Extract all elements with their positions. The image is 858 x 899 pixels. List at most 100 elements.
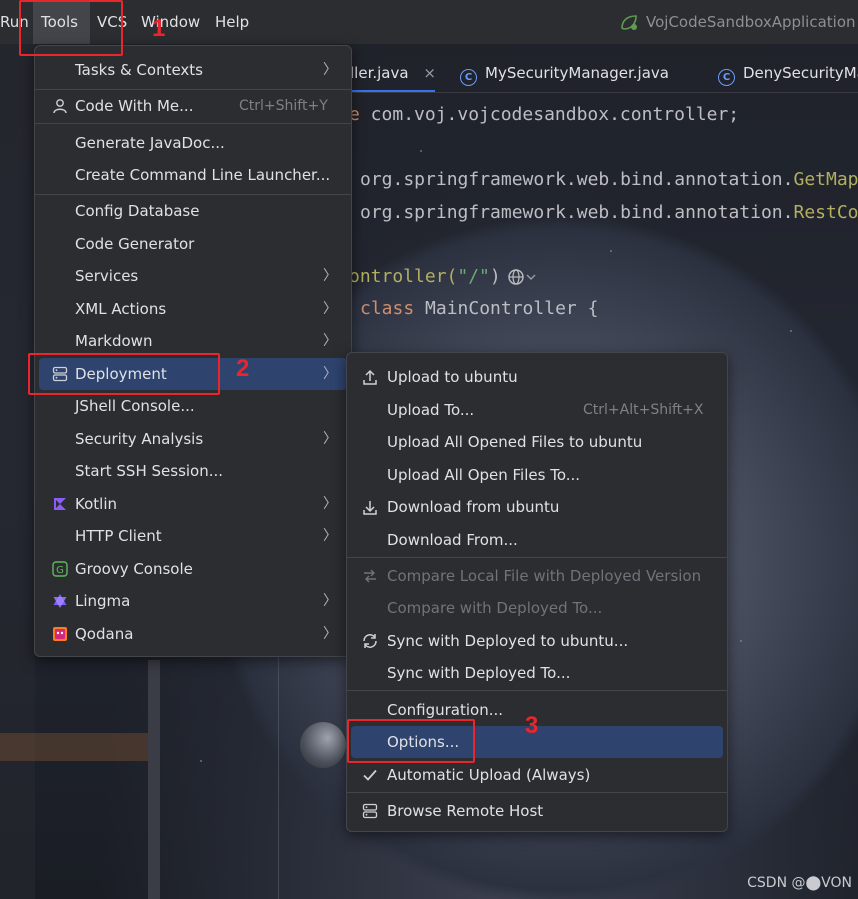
menu-item-start-ssh[interactable]: Start SSH Session... — [39, 455, 347, 487]
menu-item-browse-remote-host[interactable]: Browse Remote Host — [351, 795, 723, 827]
menu-item-tasks-contexts[interactable]: Tasks & Contexts 〉 — [39, 54, 347, 86]
submenu-arrow-icon: 〉 — [323, 333, 337, 349]
code-string: "/" — [457, 266, 490, 287]
highlighted-line — [0, 733, 160, 761]
menu-item-label: HTTP Client — [75, 527, 162, 545]
menu-item-label: Upload to ubuntu — [387, 368, 518, 386]
separator — [347, 792, 727, 793]
menu-item-compare-deployed-to[interactable]: Compare with Deployed To... — [351, 592, 723, 624]
menu-item-lingma[interactable]: Lingma 〉 — [39, 585, 347, 617]
menu-item-label: Download From... — [387, 531, 518, 549]
menu-item-security-analysis[interactable]: Security Analysis 〉 — [39, 423, 347, 455]
annotation-box-tools — [19, 0, 123, 56]
menu-item-download-from-ubuntu[interactable]: Download from ubuntu — [351, 491, 723, 523]
globe-icon[interactable] — [507, 268, 537, 286]
menu-item-label: Upload All Opened Files to ubuntu — [387, 433, 643, 451]
submenu-arrow-icon: 〉 — [323, 268, 337, 284]
menu-item-label: Lingma — [75, 592, 131, 610]
separator — [347, 557, 727, 558]
code-line-import-1: org.springframework.web.bind.annotation.… — [360, 168, 858, 192]
menu-window[interactable]: Window — [141, 11, 200, 33]
menu-item-create-launcher[interactable]: Create Command Line Launcher... — [39, 159, 347, 191]
menu-item-label: Upload All Open Files To... — [387, 466, 581, 484]
code-line-class: class MainController { — [360, 297, 598, 321]
submenu-arrow-icon: 〉 — [323, 593, 337, 609]
tab-controller[interactable]: ller.java × — [350, 62, 436, 84]
code-text: org.springframework.web.bind.annotation. — [360, 202, 794, 223]
menu-item-code-with-me[interactable]: Code With Me... Ctrl+Shift+Y — [39, 90, 347, 122]
submenu-arrow-icon: 〉 — [323, 301, 337, 317]
menu-item-label: Groovy Console — [75, 560, 193, 578]
menu-item-automatic-upload[interactable]: Automatic Upload (Always) — [351, 759, 723, 791]
code-annotation: GetMap — [793, 169, 858, 190]
menu-item-config-database[interactable]: Config Database — [39, 195, 347, 227]
tab-label: ller.java — [350, 64, 409, 82]
java-class-icon: C — [460, 69, 477, 86]
download-icon — [363, 501, 377, 515]
menu-item-kotlin[interactable]: Kotlin 〉 — [39, 488, 347, 520]
tab-mysecuritymanager[interactable]: C MySecurityManager.java — [460, 62, 669, 86]
menu-item-upload-to[interactable]: Upload To... Ctrl+Alt+Shift+X — [351, 394, 723, 426]
menu-item-sync-to[interactable]: Sync with Deployed To... — [351, 657, 723, 689]
menu-item-sync-ubuntu[interactable]: Sync with Deployed to ubuntu... — [351, 625, 723, 657]
submenu-arrow-icon: 〉 — [323, 62, 337, 78]
code-line-annotation: ontroller("/") — [349, 265, 501, 289]
menu-item-label: Compare with Deployed To... — [387, 599, 603, 617]
annotation-number-3: 3 — [525, 712, 539, 739]
menu-item-services[interactable]: Services 〉 — [39, 260, 347, 292]
menu-item-label: Upload To... — [387, 401, 475, 419]
menu-item-upload-all-opened[interactable]: Upload All Opened Files to ubuntu — [351, 426, 723, 458]
menu-item-compare-local[interactable]: Compare Local File with Deployed Version — [351, 560, 723, 592]
menu-item-label: Generate JavaDoc... — [75, 134, 225, 152]
menu-item-label: Configuration... — [387, 701, 504, 719]
separator — [347, 690, 727, 691]
menu-help[interactable]: Help — [215, 11, 249, 33]
annotation-box-deployment — [28, 353, 220, 395]
menu-item-upload-to-ubuntu[interactable]: Upload to ubuntu — [351, 361, 723, 393]
menu-item-label: Code Generator — [75, 235, 195, 253]
menu-item-generate-javadoc[interactable]: Generate JavaDoc... — [39, 127, 347, 159]
run-configuration-title[interactable]: VojCodeSandboxApplication — [646, 11, 856, 33]
code-text: ) — [489, 266, 501, 287]
menu-item-label: Browse Remote Host — [387, 802, 544, 820]
spring-leaf-icon — [621, 15, 637, 30]
menu-item-label: Download from ubuntu — [387, 498, 560, 516]
code-text: org.springframework.web.bind.annotation. — [360, 169, 794, 190]
tab-label: MySecurityManager.java — [485, 64, 669, 82]
code-line-import-2: org.springframework.web.bind.annotation.… — [360, 201, 858, 225]
menu-item-label: Security Analysis — [75, 430, 204, 448]
menu-item-upload-all-open-to[interactable]: Upload All Open Files To... — [351, 459, 723, 491]
compare-icon — [364, 569, 376, 583]
menu-item-xml-actions[interactable]: XML Actions 〉 — [39, 293, 347, 325]
tools-menu: Tasks & Contexts 〉 Code With Me... Ctrl+… — [34, 45, 352, 657]
menu-item-label: Compare Local File with Deployed Version — [387, 567, 702, 585]
upload-icon — [363, 369, 377, 385]
tab-denysecuritymanager[interactable]: C DenySecurityMa — [718, 62, 858, 86]
code-text: MainController { — [414, 298, 599, 319]
tool-window-strip — [0, 44, 35, 899]
menu-item-qodana[interactable]: Qodana 〉 — [39, 618, 347, 650]
menu-item-http-client[interactable]: HTTP Client 〉 — [39, 520, 347, 552]
menu-item-label: Tasks & Contexts — [75, 61, 203, 79]
menu-item-label: Sync with Deployed To... — [387, 664, 571, 682]
code-keyword: class — [360, 298, 415, 319]
submenu-arrow-icon: 〉 — [323, 496, 337, 512]
code-text: com.voj.vojcodesandbox.controller; — [359, 104, 740, 125]
annotation-number-1: 1 — [152, 15, 166, 42]
svg-text:G: G — [56, 565, 64, 576]
submenu-arrow-icon: 〉 — [323, 366, 337, 382]
menu-item-groovy-console[interactable]: G Groovy Console — [39, 553, 347, 585]
java-class-icon: C — [718, 69, 735, 86]
menu-item-download-from[interactable]: Download From... — [351, 524, 723, 556]
menu-item-label: XML Actions — [75, 300, 167, 318]
separator — [35, 123, 351, 124]
lingma-icon — [53, 594, 67, 608]
menu-item-label: Code With Me... — [75, 97, 194, 115]
menu-item-label: Qodana — [75, 625, 134, 643]
groovy-icon: G — [52, 561, 68, 577]
menu-item-code-generator[interactable]: Code Generator — [39, 228, 347, 260]
tab-close-icon[interactable]: × — [423, 64, 436, 82]
annotation-box-options — [347, 719, 475, 763]
submenu-arrow-icon: 〉 — [323, 431, 337, 447]
menu-item-label: Automatic Upload (Always) — [387, 766, 591, 784]
